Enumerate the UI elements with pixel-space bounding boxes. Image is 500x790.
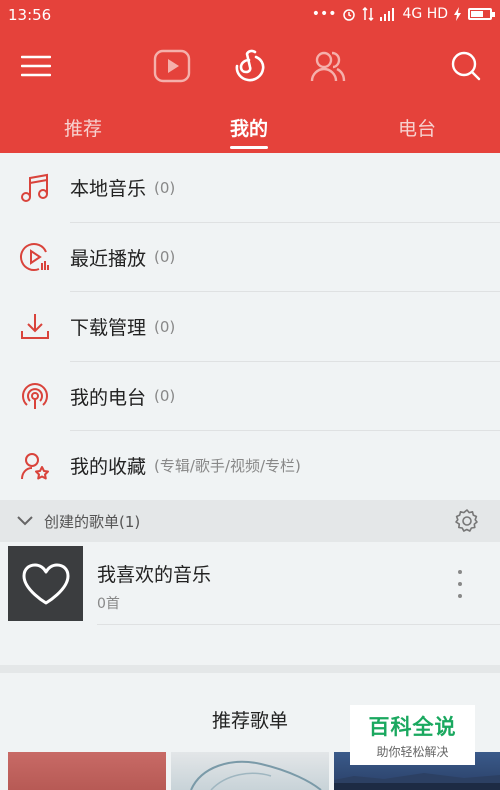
playlist-count: 0首 — [97, 596, 120, 612]
search-icon — [451, 51, 481, 81]
data-transfer-icon — [362, 7, 375, 21]
playlist-name: 我喜欢的音乐 — [97, 564, 212, 586]
download-icon — [0, 311, 70, 343]
playlist-item[interactable]: 我喜欢的音乐 0首 — [0, 542, 500, 626]
menu-item-recent-play[interactable]: 最近播放 (0) — [0, 223, 500, 292]
radio-icon — [0, 380, 70, 412]
video-tab-button[interactable] — [152, 46, 192, 86]
toolbar — [0, 40, 500, 92]
netease-music-icon — [235, 49, 265, 82]
watermark: 百科全说 助你轻松解决 — [350, 705, 475, 765]
network-label: 4G HD — [402, 6, 448, 22]
menu-button[interactable] — [16, 46, 56, 86]
playlist-cover — [8, 546, 83, 621]
music-tab-button[interactable] — [230, 46, 270, 86]
video-icon — [153, 49, 191, 83]
status-bar: 13:56 ••• 4G HD — [0, 0, 500, 30]
user-star-icon — [0, 450, 70, 482]
tab-radio[interactable]: 电台 — [398, 114, 436, 141]
hamburger-icon — [21, 55, 51, 77]
menu-item-my-radio[interactable]: 我的电台 (0) — [0, 362, 500, 431]
friends-tab-button[interactable] — [308, 46, 348, 86]
heart-icon — [22, 563, 69, 604]
menu-item-label: 我的电台 — [70, 386, 147, 409]
menu-item-count: (0) — [154, 387, 176, 406]
menu-item-local-music[interactable]: 本地音乐 (0) — [0, 153, 500, 223]
menu-item-count: (专辑/歌手/视频/专栏) — [154, 457, 301, 476]
watermark-title: 百科全说 — [368, 714, 457, 739]
alarm-icon — [343, 9, 356, 21]
notification-dots: ••• — [311, 6, 337, 22]
created-playlists-label: 创建的歌单(1) — [44, 512, 141, 531]
chevron-down-icon — [17, 516, 33, 526]
section-separator — [0, 665, 500, 673]
menu-item-count: (0) — [154, 178, 176, 197]
my-menu-list: 本地音乐 (0) 最近播放 (0) 下载管理 (0) 我的电台 (0) 我的收藏… — [0, 153, 500, 501]
watermark-subtitle: 助你轻松解决 — [376, 744, 449, 759]
created-playlists-header[interactable]: 创建的歌单(1) — [0, 500, 500, 542]
menu-item-label: 我的收藏 — [70, 456, 147, 479]
menu-item-label: 最近播放 — [70, 247, 147, 270]
charging-icon — [454, 7, 461, 21]
menu-item-my-favorites[interactable]: 我的收藏 (专辑/歌手/视频/专栏) — [0, 431, 500, 501]
playlist-thumbnail[interactable] — [8, 752, 166, 790]
divider — [97, 624, 500, 625]
tab-recommend[interactable]: 推荐 — [64, 114, 102, 141]
battery-icon — [468, 8, 495, 20]
more-options-icon[interactable] — [450, 570, 470, 598]
menu-item-count: (0) — [154, 317, 176, 336]
menu-item-count: (0) — [154, 248, 176, 267]
music-note-icon — [0, 172, 70, 204]
status-time: 13:56 — [8, 6, 52, 24]
tab-mine[interactable]: 我的 — [230, 114, 269, 149]
main-tabs: 推荐 我的 电台 — [0, 110, 500, 153]
playlist-thumbnail[interactable] — [171, 752, 329, 790]
status-right: ••• 4G HD — [311, 6, 495, 22]
menu-item-download[interactable]: 下载管理 (0) — [0, 292, 500, 362]
search-button[interactable] — [446, 46, 486, 86]
recent-play-icon — [0, 241, 70, 273]
signal-icon — [380, 8, 395, 21]
friends-icon — [310, 51, 346, 82]
app-header: 13:56 ••• 4G HD 推荐 我的 电台 — [0, 0, 500, 153]
menu-item-label: 下载管理 — [70, 317, 147, 340]
menu-item-label: 本地音乐 — [70, 178, 147, 201]
gear-icon[interactable] — [454, 508, 480, 534]
